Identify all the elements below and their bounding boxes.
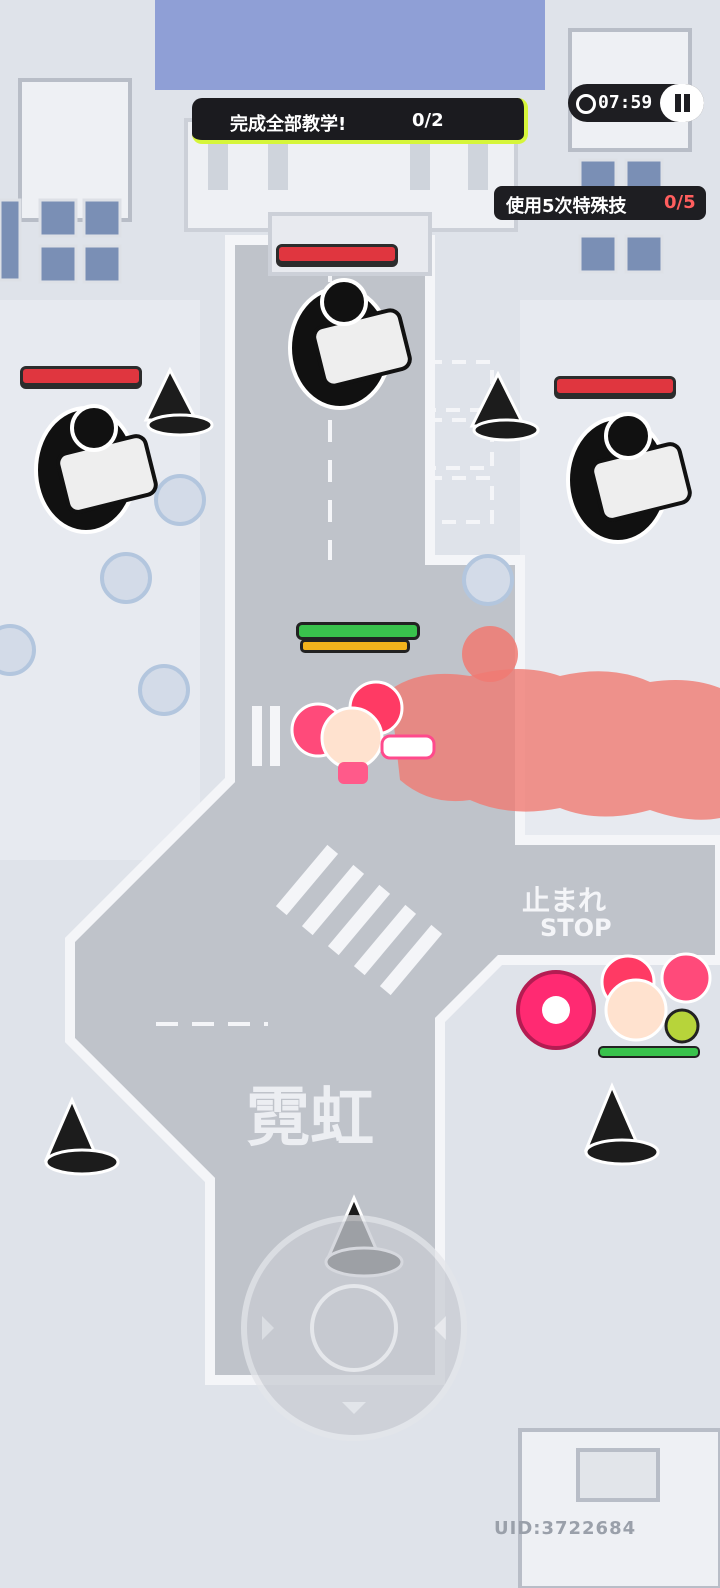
ally-health-bar: [598, 1046, 700, 1058]
paint-trail: [390, 669, 720, 820]
joystick-area[interactable]: [244, 1218, 464, 1438]
uid-label: UID:3722684: [494, 1518, 637, 1539]
enemy-health-bar: [554, 376, 676, 396]
stop-en-text: STOP: [540, 914, 612, 942]
mission-count: 0/5: [664, 192, 696, 213]
quest-text: 完成全部教学!: [230, 114, 347, 135]
mission-tracker: 使用5次特殊技 0/5: [494, 186, 706, 220]
enemy-health-bar: [20, 366, 142, 386]
timer-text: 07:59: [598, 92, 653, 113]
road-text: 霓虹: [246, 1082, 374, 1156]
stop-jp-text: 止まれ: [522, 884, 606, 917]
player-status-bars: [296, 622, 420, 653]
clock-icon: [576, 94, 596, 114]
pause-button[interactable]: [660, 84, 704, 122]
quest-banner: 完成全部教学! 0/2: [192, 98, 528, 144]
quest-count: 0/2: [412, 110, 444, 131]
player-health-bar: [296, 622, 420, 640]
player-special-bar: [300, 639, 410, 653]
enemy-health-bar: [276, 244, 398, 264]
skill-button[interactable]: [518, 972, 594, 1048]
mission-text: 使用5次特殊技: [506, 196, 627, 217]
